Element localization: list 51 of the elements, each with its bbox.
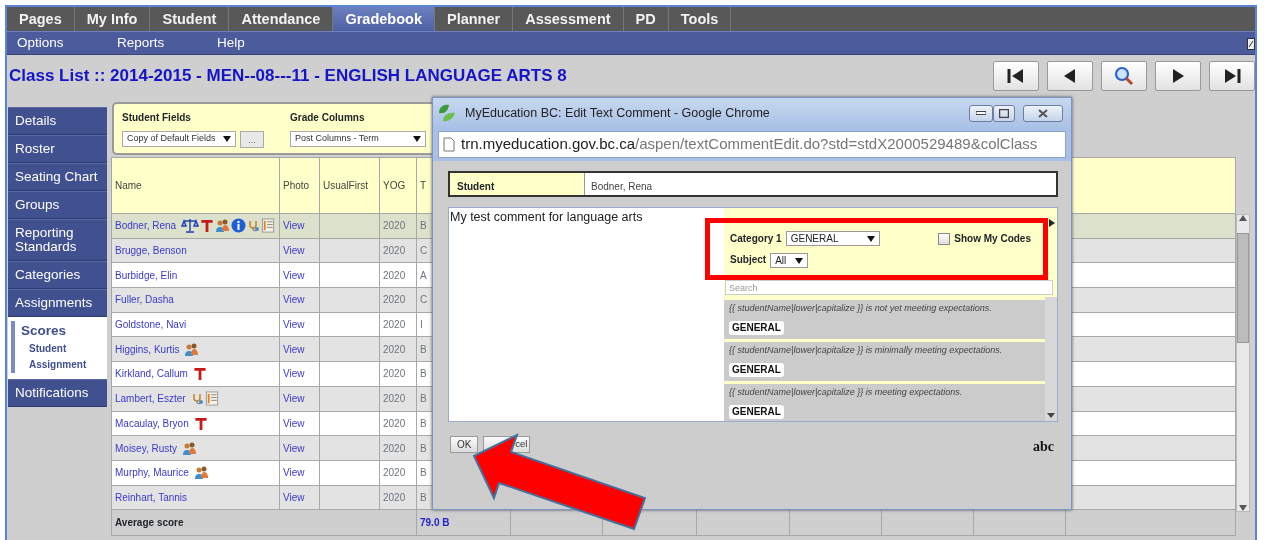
table-cell: 2020 bbox=[379, 411, 417, 436]
column-header[interactable]: Photo bbox=[279, 157, 320, 214]
table-cell: 2020 bbox=[379, 386, 417, 411]
sidebar-item[interactable]: Groups bbox=[8, 191, 107, 219]
table-cell: 2020 bbox=[379, 287, 417, 313]
table-cell: 2020 bbox=[379, 213, 417, 239]
filter-label: Grade Columns bbox=[290, 111, 365, 125]
sidebar-item[interactable]: Roster bbox=[8, 135, 107, 163]
table-cell: 2020 bbox=[379, 361, 417, 387]
sidebar-item[interactable]: Seating Chart bbox=[8, 163, 107, 191]
field-label: Student bbox=[450, 173, 585, 195]
student-link[interactable]: Bodner, Rena bbox=[115, 219, 177, 233]
table-cell: Average score bbox=[111, 509, 417, 536]
address-bar[interactable]: trn.myeducation.gov.bc.ca/aspen/textCommentEdit.do?std=stdX2000529489&colClass bbox=[438, 131, 1066, 158]
select-field[interactable]: Copy of Default Fields bbox=[122, 131, 236, 147]
window-title: MyEducation BC: Edit Text Comment - Google Chrome bbox=[465, 104, 771, 122]
field-value: Bodner, Rena bbox=[590, 180, 654, 194]
column-header[interactable]: Name bbox=[111, 157, 280, 214]
sidebar-item[interactable]: Categories bbox=[8, 261, 107, 289]
url-path: /aspen/textCommentEdit.do?std=stdX2000529489&colClass bbox=[635, 135, 1038, 153]
sidebar-subitem[interactable]: Assignment bbox=[21, 357, 104, 374]
sidebar-item[interactable]: Details bbox=[8, 107, 107, 135]
sidebar-subitem[interactable]: Student bbox=[21, 341, 104, 358]
table-cell: 79.0 B bbox=[416, 509, 511, 536]
student-link[interactable]: Fuller, Dasha bbox=[115, 293, 174, 307]
table-cell: 2020 bbox=[379, 312, 417, 337]
sidebar-item[interactable]: Assignments bbox=[8, 289, 107, 317]
table-cell: 2020 bbox=[379, 238, 417, 263]
table-cell: 2020 bbox=[379, 336, 417, 362]
ok-button[interactable]: OK bbox=[450, 436, 479, 453]
submenu-item[interactable]: Help bbox=[207, 32, 307, 54]
table-cell: 2020 bbox=[379, 262, 417, 288]
select-value: Copy of Default Fields bbox=[127, 132, 217, 146]
table-cell: 2020 bbox=[379, 485, 417, 510]
menu-tab[interactable]: Gradebook bbox=[333, 7, 435, 31]
sidebar-item[interactable]: Notifications bbox=[8, 379, 107, 408]
spellcheck-button[interactable]: abc bbox=[1033, 436, 1054, 457]
select-field[interactable]: Post Columns - Term bbox=[290, 131, 426, 147]
more-button[interactable]: ... bbox=[240, 131, 264, 148]
url-host: trn.myeducation.gov.bc.ca bbox=[461, 135, 635, 153]
select-value: Post Columns - Term bbox=[295, 132, 380, 146]
submenu-item[interactable]: Options bbox=[7, 32, 107, 54]
filter-label: Student Fields bbox=[122, 111, 191, 125]
sidebar-item[interactable]: Reporting Standards bbox=[8, 219, 107, 261]
column-header[interactable]: UsualFirst bbox=[319, 157, 380, 214]
submenu-item[interactable]: Reports bbox=[107, 32, 207, 54]
table-cell: 2020 bbox=[379, 435, 417, 461]
page-title: Class List :: 2014-2015 - MEN--08---11 - ENGLISH LANGUAGE ARTS 8 bbox=[9, 65, 567, 88]
column-header[interactable]: YOG bbox=[379, 157, 417, 214]
table-cell: 2020 bbox=[379, 460, 417, 486]
sidebar-item[interactable]: Scores bbox=[21, 321, 104, 342]
